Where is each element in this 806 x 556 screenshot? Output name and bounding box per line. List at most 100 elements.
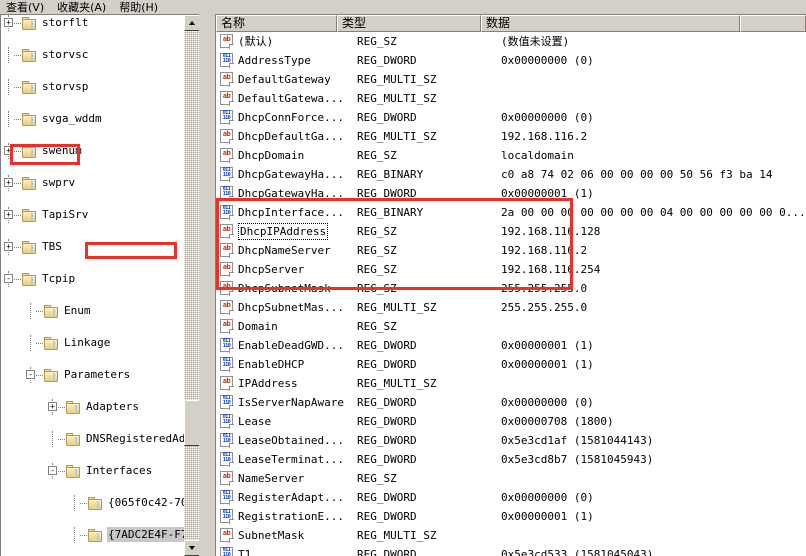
- tree-node[interactable]: + Adapters: [1, 399, 184, 415]
- value-data-cell: 0x00000001 (1): [501, 357, 594, 371]
- registry-value-row[interactable]: ab (默认) REG_SZ (数值未设置): [216, 32, 806, 51]
- tree-node-label: storflt: [42, 16, 89, 29]
- registry-value-row[interactable]: ab SubnetMask REG_MULTI_SZ: [216, 526, 806, 545]
- registry-value-row[interactable]: 011 110 DhcpConnForce... REG_DWORD 0x0000000…: [216, 108, 806, 127]
- tree-node[interactable]: + swprv: [1, 175, 184, 191]
- value-name-cell: IPAddress: [238, 376, 298, 390]
- tree-connector-line: [14, 87, 21, 89]
- registry-value-row[interactable]: 011 110 RegisterAdapt... REG_DWORD 0x0000000…: [216, 488, 806, 507]
- menu-favorites[interactable]: 收藏夹(A): [57, 1, 106, 14]
- value-name-cell: DhcpSubnetMask: [238, 281, 331, 295]
- value-type-cell: REG_DWORD: [357, 395, 417, 409]
- binary-value-icon: 011 110: [220, 53, 235, 68]
- registry-value-row[interactable]: ab NameServer REG_SZ: [216, 469, 806, 488]
- tree-node[interactable]: + TapiSrv: [1, 207, 184, 223]
- value-data-cell: 0x00000000 (0): [501, 490, 594, 504]
- column-data[interactable]: 数据: [481, 15, 740, 32]
- value-name-cell: DhcpDefaultGa...: [238, 129, 344, 143]
- tree-scroll-thumb[interactable]: [184, 400, 199, 446]
- tree-node[interactable]: + storflt: [1, 15, 184, 31]
- tree-collapse-icon[interactable]: -: [26, 370, 35, 379]
- value-type-cell: REG_DWORD: [357, 490, 417, 504]
- value-data-cell: 0x5e3cd533 (1581045043): [501, 547, 654, 556]
- menu-help[interactable]: 帮助(H): [119, 1, 158, 14]
- registry-value-row[interactable]: 011 110 IsServerNapAware REG_DWORD 0x0000000…: [216, 393, 806, 412]
- registry-value-row[interactable]: 011 110 LeaseTerminat... REG_DWORD 0x5e3cd8b…: [216, 450, 806, 469]
- tree-vertical-scrollbar[interactable]: [184, 15, 199, 556]
- binary-value-icon: 011 110: [220, 490, 235, 505]
- tree-collapse-icon[interactable]: -: [48, 466, 57, 475]
- tree-connector-line: [58, 407, 65, 409]
- folder-icon: [21, 49, 37, 62]
- registry-value-row[interactable]: 011 110 EnableDHCP REG_DWORD 0x00000001 (1): [216, 355, 806, 374]
- registry-value-row[interactable]: 011 110 EnableDeadGWD... REG_DWORD 0x0000000…: [216, 336, 806, 355]
- tree-node[interactable]: - Interfaces: [1, 463, 184, 479]
- value-name-cell: DhcpGatewayHa...: [238, 186, 344, 200]
- value-type-cell: REG_DWORD: [357, 414, 417, 428]
- folder-icon: [21, 241, 37, 254]
- tree-node[interactable]: Enum: [1, 303, 184, 319]
- registry-tree-pane: + storflt storvsc storvsp svga_wddm + swenum + s…: [0, 14, 199, 556]
- tree-guide-line: [8, 47, 10, 63]
- tree-connector-line: [58, 439, 65, 441]
- tree-node[interactable]: DNSRegisteredAdapter: [1, 431, 184, 447]
- registry-value-row[interactable]: 011 110 AddressType REG_DWORD 0x00000000 (0): [216, 51, 806, 70]
- tree-node[interactable]: + TBS: [1, 239, 184, 255]
- tree-guide-line: [8, 111, 10, 127]
- folder-icon: [43, 337, 59, 350]
- tree-expand-icon[interactable]: +: [4, 242, 13, 251]
- registry-values-list[interactable]: ab (默认) REG_SZ (数值未设置) 011 110 AddressType REG_…: [216, 32, 806, 556]
- registry-value-row[interactable]: ab Domain REG_SZ: [216, 317, 806, 336]
- column-type[interactable]: 类型: [337, 15, 481, 32]
- tree-node[interactable]: Linkage: [1, 335, 184, 351]
- tree-node-label: storvsp: [42, 80, 89, 93]
- registry-value-row[interactable]: ab DhcpDomain REG_SZ localdomain: [216, 146, 806, 165]
- value-data-cell: 192.168.116.128: [501, 224, 601, 238]
- pane-splitter[interactable]: [199, 14, 215, 556]
- tree-node[interactable]: svga_wddm: [1, 111, 184, 127]
- tree-node[interactable]: storvsp: [1, 79, 184, 95]
- tree-node-label: Tcpip: [42, 272, 76, 285]
- tree-node[interactable]: + swenum: [1, 143, 184, 159]
- value-type-cell: REG_BINARY: [357, 205, 424, 219]
- registry-value-row[interactable]: ab DefaultGateway REG_MULTI_SZ: [216, 70, 806, 89]
- registry-tree[interactable]: + storflt storvsc storvsp svga_wddm + swenum + s…: [1, 15, 184, 556]
- tree-node[interactable]: - Tcpip: [1, 271, 184, 287]
- tree-node[interactable]: {7ADC2E4F-F753-45: [1, 527, 184, 543]
- tree-collapse-icon[interactable]: -: [4, 274, 13, 283]
- registry-value-row[interactable]: 011 110 LeaseObtained... REG_DWORD 0x5e3cd1a…: [216, 431, 806, 450]
- registry-value-row[interactable]: ab DhcpSubnetMask REG_SZ 255.255.255.0: [216, 279, 806, 298]
- tree-node[interactable]: storvsc: [1, 47, 184, 63]
- registry-value-row[interactable]: ab DhcpSubnetMas... REG_MULTI_SZ 255.255.25…: [216, 298, 806, 317]
- string-value-icon: ab: [220, 34, 235, 49]
- column-name[interactable]: 名称: [216, 15, 337, 32]
- registry-value-row[interactable]: 011 110 DhcpGatewayHa... REG_DWORD 0x0000000…: [216, 184, 806, 203]
- registry-value-row[interactable]: 011 110 Lease REG_DWORD 0x00000708 (1800): [216, 412, 806, 431]
- tree-scroll-down-button[interactable]: [184, 540, 199, 556]
- value-type-cell: REG_MULTI_SZ: [357, 129, 437, 143]
- tree-scroll-up-button[interactable]: [184, 15, 199, 31]
- tree-expand-icon[interactable]: +: [4, 146, 13, 155]
- tree-node[interactable]: {065f0c42-703a-11: [1, 495, 184, 511]
- registry-value-row[interactable]: 011 110 DhcpInterface... REG_BINARY 2a 00 00…: [216, 203, 806, 222]
- tree-expand-icon[interactable]: +: [4, 210, 13, 219]
- registry-value-row[interactable]: 011 110 DhcpGatewayHa... REG_BINARY c0 a8 74…: [216, 165, 806, 184]
- tree-expand-icon[interactable]: +: [4, 18, 13, 27]
- registry-value-row[interactable]: ab DhcpNameServer REG_SZ 192.168.116.2: [216, 241, 806, 260]
- registry-value-row[interactable]: ab DhcpServer REG_SZ 192.168.116.254: [216, 260, 806, 279]
- menu-view[interactable]: 查看(V): [6, 1, 44, 14]
- tree-expand-icon[interactable]: +: [48, 402, 57, 411]
- registry-value-row[interactable]: ab IPAddress REG_MULTI_SZ: [216, 374, 806, 393]
- tree-connector-line: [36, 343, 43, 345]
- registry-value-row[interactable]: ab DhcpDefaultGa... REG_MULTI_SZ 192.168.11…: [216, 127, 806, 146]
- tree-node[interactable]: - Parameters: [1, 367, 184, 383]
- registry-value-row[interactable]: ab DhcpIPAddress REG_SZ 192.168.116.128: [216, 222, 806, 241]
- registry-value-row[interactable]: 011 110 RegistrationE... REG_DWORD 0x0000000…: [216, 507, 806, 526]
- value-name-cell: DefaultGateway: [238, 72, 331, 86]
- column-extra[interactable]: [740, 15, 806, 32]
- tree-expand-icon[interactable]: +: [4, 178, 13, 187]
- value-data-cell: 0x00000000 (0): [501, 53, 594, 67]
- value-name-cell: IsServerNapAware: [238, 395, 344, 409]
- registry-value-row[interactable]: ab DefaultGatewa... REG_MULTI_SZ: [216, 89, 806, 108]
- registry-value-row[interactable]: 011 110 T1 REG_DWORD 0x5e3cd533 (1581045043): [216, 545, 806, 556]
